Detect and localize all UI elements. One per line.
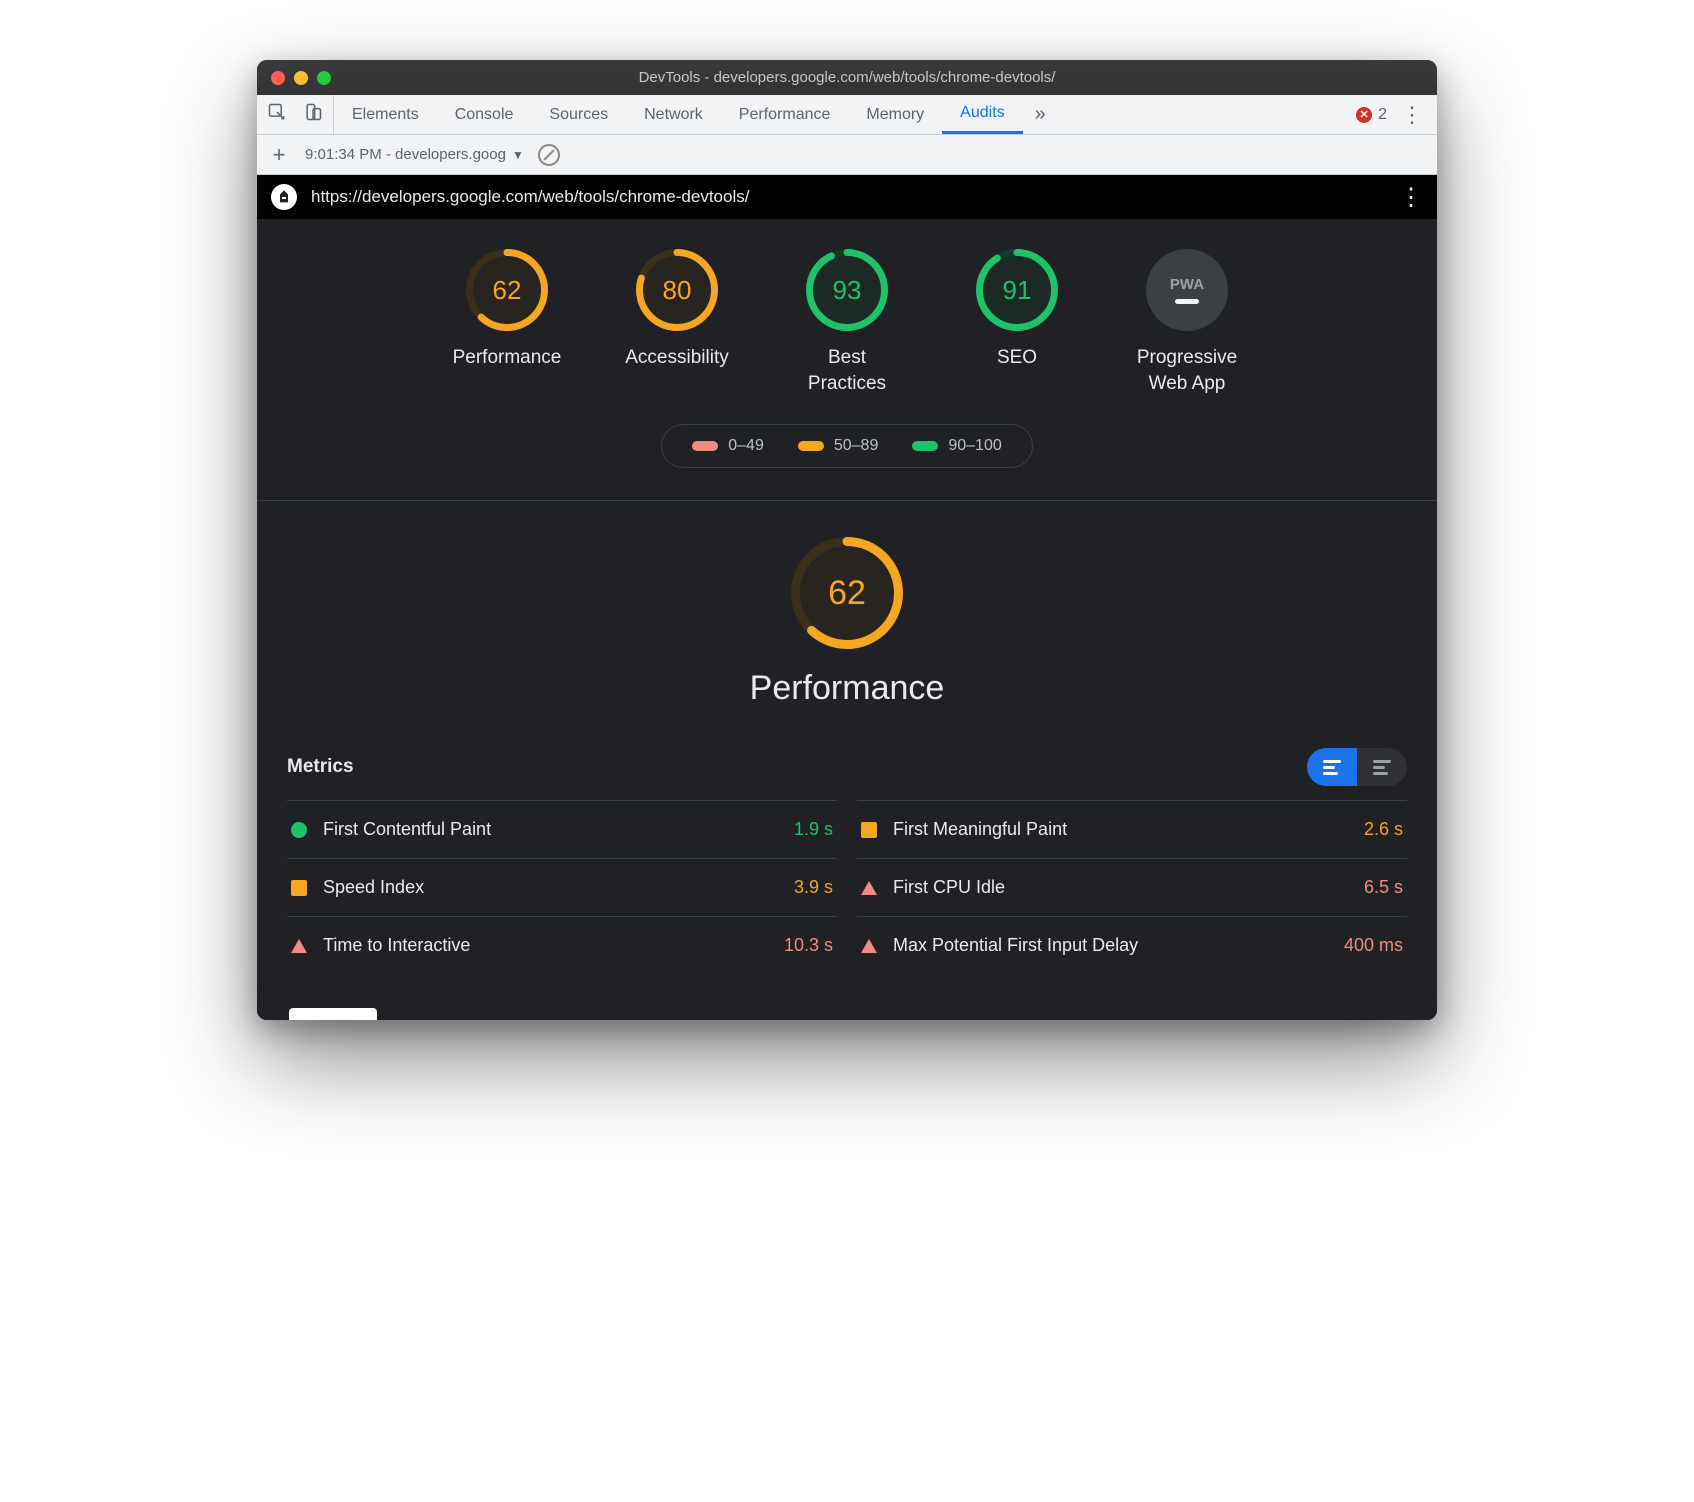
- performance-section: 62 Performance Metrics First Contentful …: [257, 501, 1437, 994]
- performance-gauge-large: 62 Performance: [287, 537, 1407, 708]
- gauge-seo[interactable]: 91 SEO: [957, 249, 1077, 396]
- metrics-heading: Metrics: [287, 756, 354, 778]
- report-url-bar: https://developers.google.com/web/tools/…: [257, 175, 1437, 219]
- devtools-menu-icon[interactable]: ⋮: [1401, 104, 1423, 126]
- gauge-pwa[interactable]: PWA Progressive Web App: [1127, 249, 1247, 396]
- tab-console[interactable]: Console: [437, 95, 532, 134]
- score-legend: 0–49 50–89 90–100: [661, 424, 1032, 468]
- report-footer-cut: [257, 994, 1437, 1020]
- devtools-window: DevTools - developers.google.com/web/too…: [257, 60, 1437, 1020]
- gauge-performance[interactable]: 62 Performance: [447, 249, 567, 396]
- metrics-view-toggle[interactable]: [1307, 748, 1407, 786]
- window-title: DevTools - developers.google.com/web/too…: [257, 69, 1437, 86]
- report-menu-icon[interactable]: ⋮: [1399, 183, 1423, 212]
- gauge-best-practices[interactable]: 93 BestPractices: [787, 249, 907, 396]
- tab-memory[interactable]: Memory: [848, 95, 942, 134]
- tab-sources[interactable]: Sources: [531, 95, 626, 134]
- metric-max-potential-first-input-delay: Max Potential First Input Delay400 ms: [857, 916, 1407, 974]
- devtools-tab-bar: ElementsConsoleSourcesNetworkPerformance…: [257, 95, 1437, 135]
- error-icon: ✕: [1356, 107, 1372, 123]
- tab-audits[interactable]: Audits: [942, 95, 1022, 134]
- audited-url: https://developers.google.com/web/tools/…: [311, 187, 749, 207]
- truncated-content-peek: [289, 1008, 377, 1020]
- legend-50–89: 50–89: [798, 437, 879, 455]
- view-toggle-detailed[interactable]: [1357, 748, 1407, 786]
- tab-elements[interactable]: Elements: [334, 95, 437, 134]
- inspect-element-icon[interactable]: [267, 102, 287, 127]
- audit-run-selector[interactable]: 9:01:34 PM - developers.goog ▼: [305, 146, 524, 163]
- tab-performance[interactable]: Performance: [721, 95, 849, 134]
- tabs-overflow-icon[interactable]: »: [1023, 95, 1058, 134]
- metric-first-meaningful-paint: First Meaningful Paint2.6 s: [857, 800, 1407, 858]
- audits-sub-bar: + 9:01:34 PM - developers.goog ▼: [257, 135, 1437, 175]
- view-toggle-compact[interactable]: [1307, 748, 1357, 786]
- device-toolbar-icon[interactable]: [303, 102, 323, 127]
- metric-first-cpu-idle: First CPU Idle6.5 s: [857, 858, 1407, 916]
- legend-0–49: 0–49: [692, 437, 764, 455]
- tab-network[interactable]: Network: [626, 95, 721, 134]
- titlebar: DevTools - developers.google.com/web/too…: [257, 60, 1437, 95]
- metric-first-contentful-paint: First Contentful Paint1.9 s: [287, 800, 837, 858]
- gauge-accessibility[interactable]: 80 Accessibility: [617, 249, 737, 396]
- metric-speed-index: Speed Index3.9 s: [287, 858, 837, 916]
- lighthouse-report: 62 Performance 80 Accessibility 93 BestP…: [257, 219, 1437, 1020]
- legend-90–100: 90–100: [912, 437, 1001, 455]
- performance-title: Performance: [750, 669, 945, 708]
- lighthouse-icon: [271, 184, 297, 210]
- new-audit-button[interactable]: +: [267, 143, 291, 167]
- error-count[interactable]: ✕ 2: [1356, 106, 1387, 124]
- clear-audits-icon[interactable]: [538, 144, 560, 166]
- dropdown-caret-icon: ▼: [512, 148, 524, 162]
- metric-time-to-interactive: Time to Interactive10.3 s: [287, 916, 837, 974]
